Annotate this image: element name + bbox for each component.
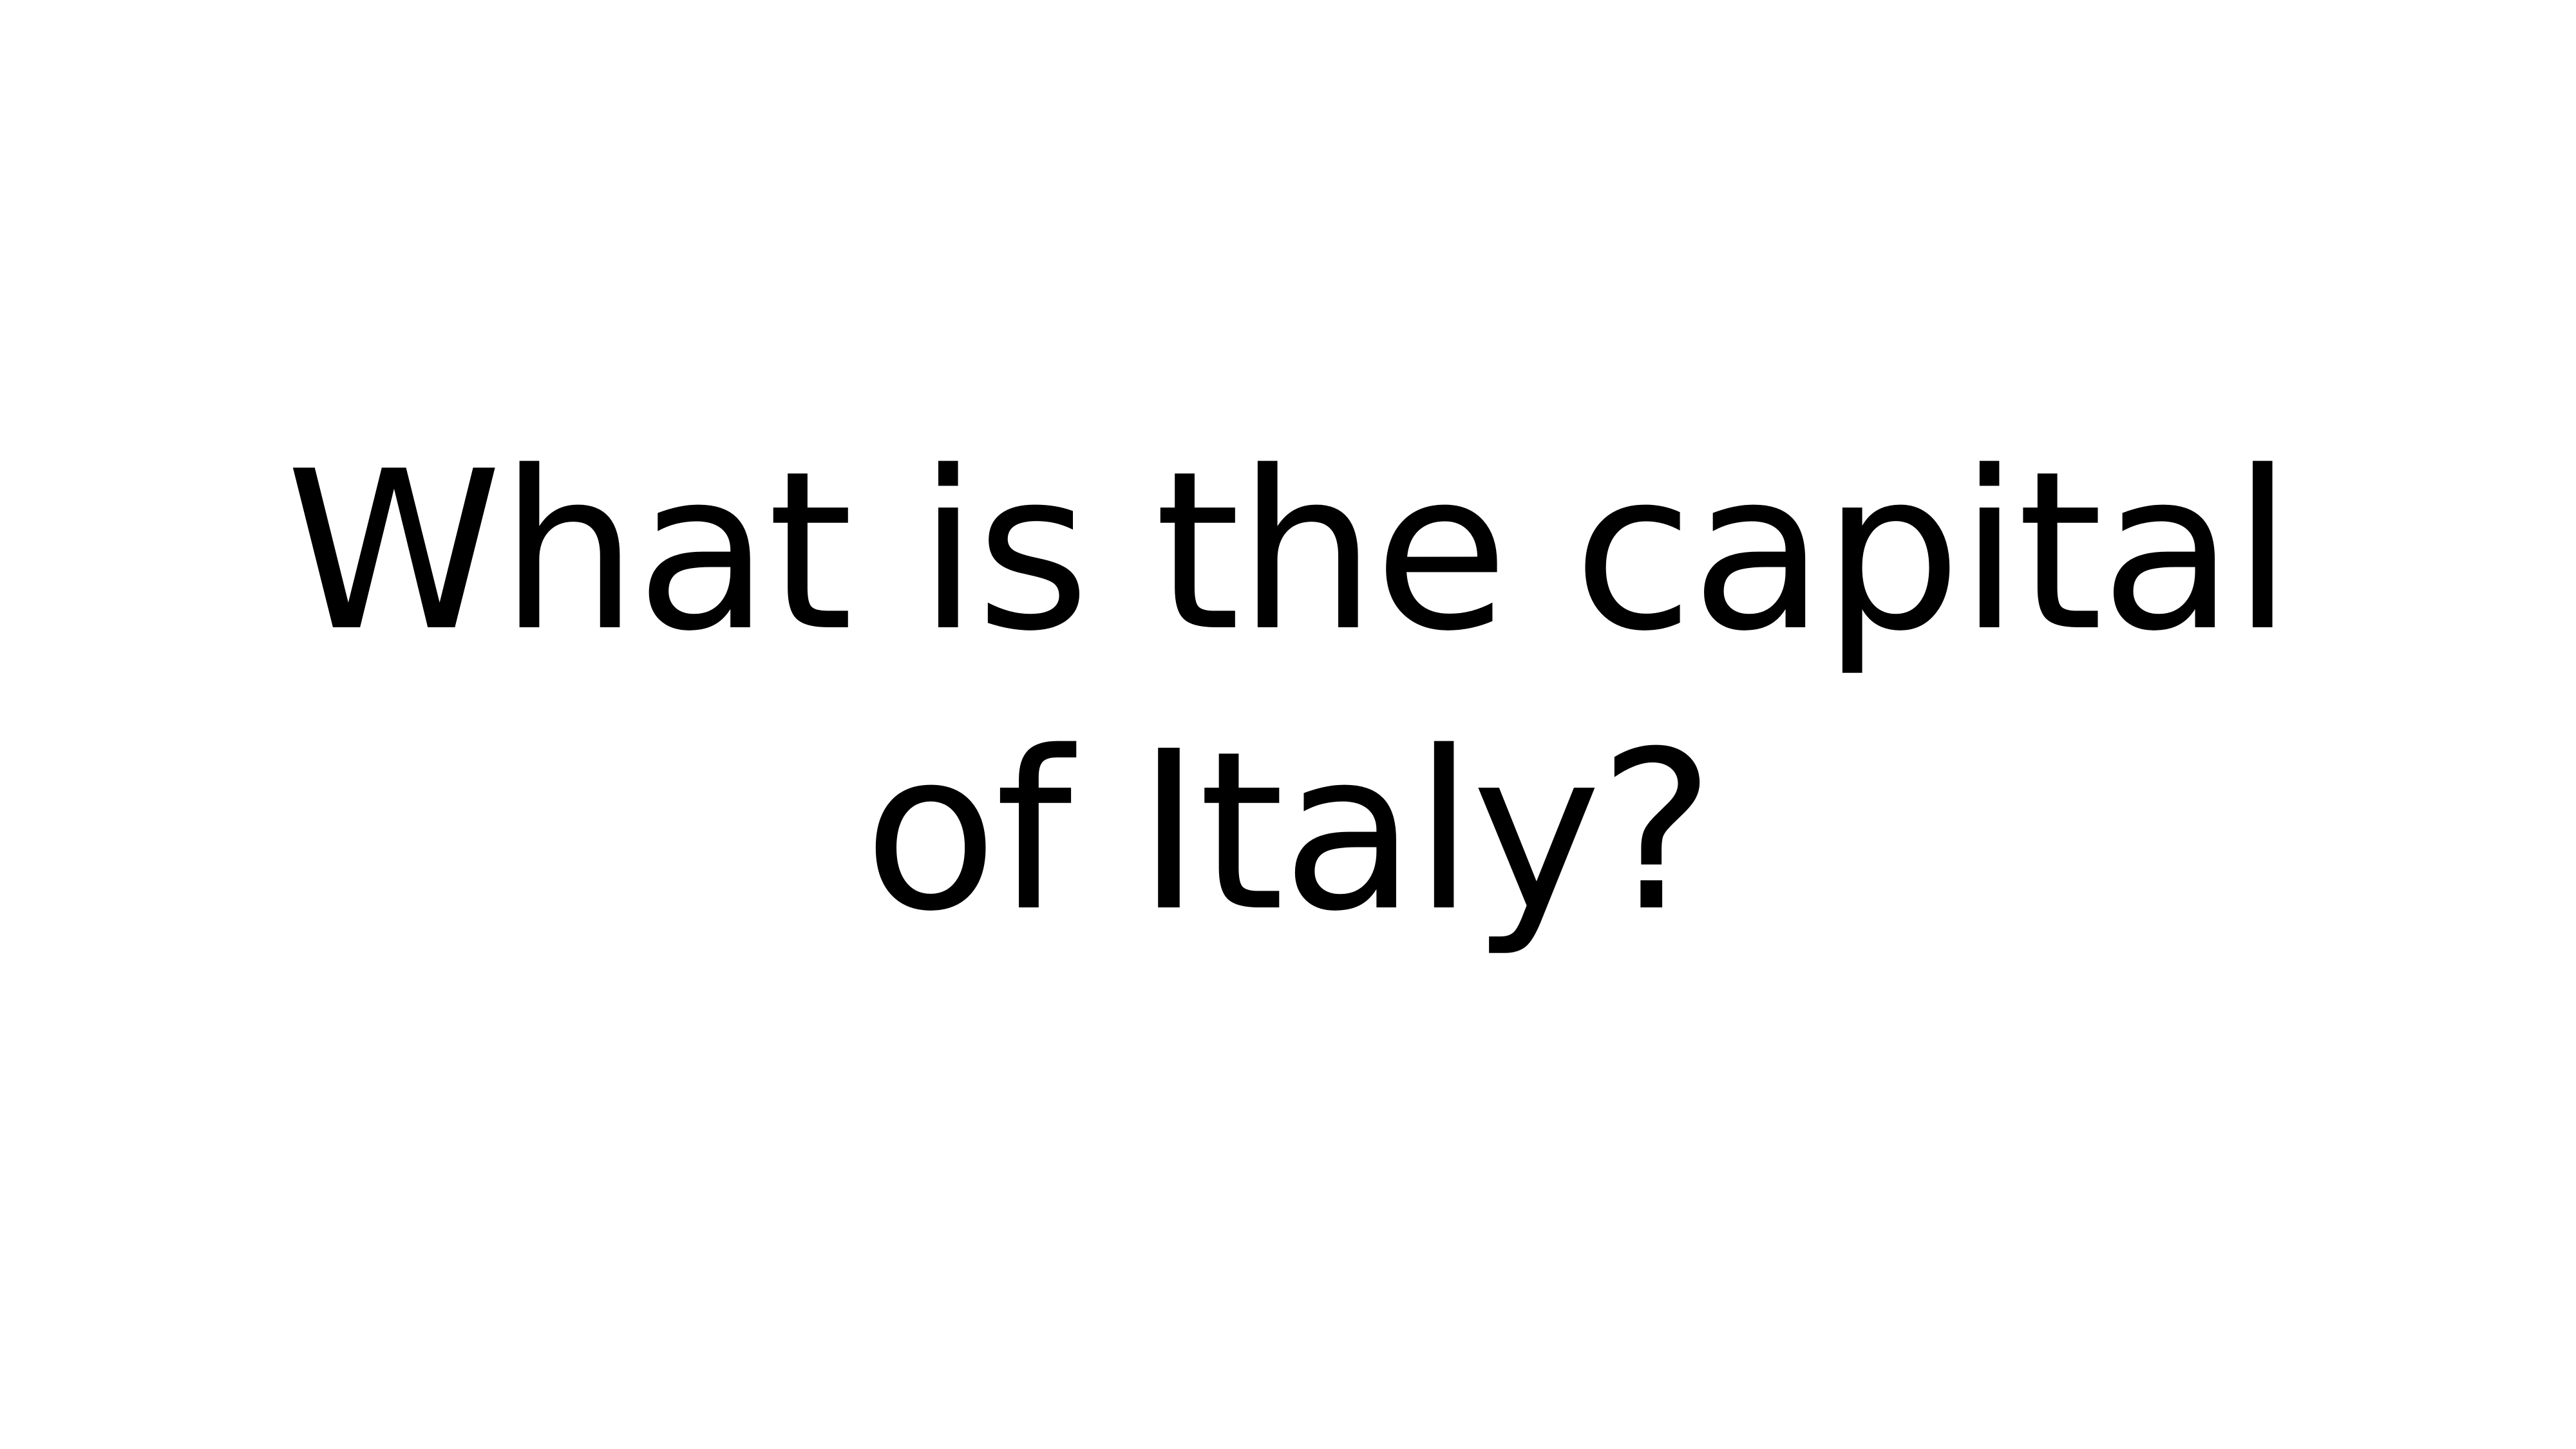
question-text: What is the capital of Italy? [258, 412, 2318, 972]
question-line-1: What is the capital [285, 424, 2293, 679]
question-line-2: of Italy? [864, 705, 1715, 960]
slide: What is the capital of Italy? [0, 0, 2576, 1449]
